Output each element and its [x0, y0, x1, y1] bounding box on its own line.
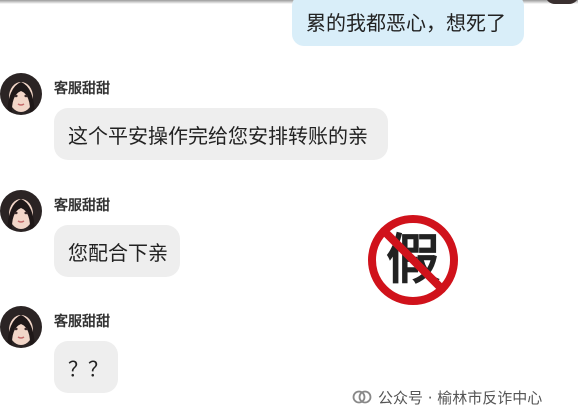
sender-name: 客服甜甜 — [54, 314, 110, 330]
sender-name: 客服甜甜 — [54, 198, 110, 214]
wechat-official-account-icon — [352, 390, 372, 404]
outgoing-message-bubble[interactable]: 累的我都恶心，想死了 — [292, 0, 524, 46]
agent-avatar[interactable] — [0, 306, 42, 348]
incoming-message-text: 您配合下亲 — [68, 241, 168, 265]
sender-name: 客服甜甜 — [54, 81, 110, 97]
watermark: 公众号 · 榆林市反诈中心 — [352, 387, 542, 407]
watermark-text: 公众号 · 榆林市反诈中心 — [378, 388, 543, 407]
incoming-message-bubble[interactable]: ？？ — [54, 341, 118, 393]
fake-stamp-icon: 假 — [368, 215, 458, 305]
incoming-message-bubble[interactable]: 这个平安操作完给您安排转账的亲 — [54, 108, 388, 160]
agent-avatar[interactable] — [0, 190, 42, 232]
incoming-message-text: 这个平安操作完给您安排转账的亲 — [68, 124, 368, 148]
incoming-message-text: ？？ — [68, 357, 108, 381]
incoming-message-bubble[interactable]: 您配合下亲 — [54, 225, 180, 277]
agent-avatar[interactable] — [0, 73, 42, 115]
outgoing-message-text: 累的我都恶心，想死了 — [306, 11, 506, 35]
